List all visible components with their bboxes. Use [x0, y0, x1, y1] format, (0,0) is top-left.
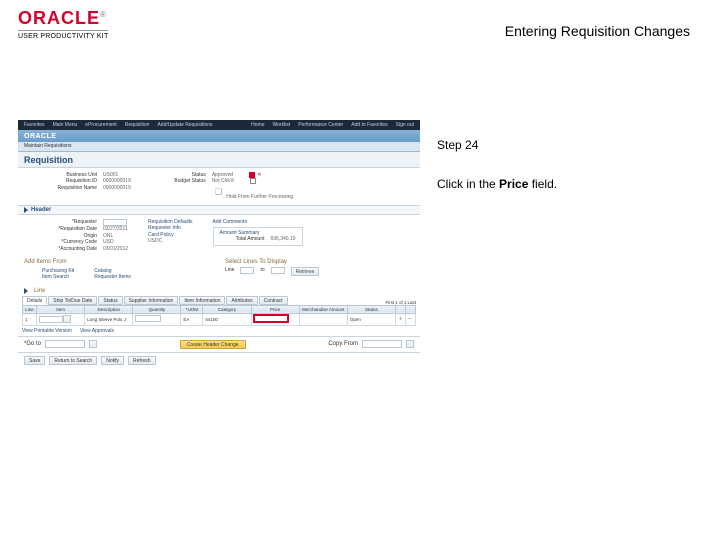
tab-iteminfo[interactable]: Item Information: [179, 296, 225, 305]
add-row-icon[interactable]: ＋: [396, 313, 406, 325]
notify-button[interactable]: Notify: [101, 356, 124, 365]
return-button[interactable]: Return to Search: [49, 356, 97, 365]
tab-details[interactable]: Details: [22, 296, 47, 305]
cancel-icon[interactable]: ✕: [257, 172, 263, 178]
tab-contract[interactable]: Contract: [259, 296, 288, 305]
page-actions: *Go to Create Header Change Copy From: [18, 336, 420, 352]
link-item-search[interactable]: Item Search: [42, 274, 69, 280]
page-title-bar: Requisition: [18, 152, 420, 168]
copyfrom-lookup-icon[interactable]: [406, 340, 414, 348]
step-label: Step 24: [437, 136, 690, 155]
page-title: Requisition: [24, 155, 73, 165]
grid-last[interactable]: Last: [407, 300, 416, 305]
refresh-button[interactable]: Refresh: [128, 356, 156, 365]
oracle-logo: ORACLE®: [18, 8, 108, 29]
select-lines: Select Lines To Display: [225, 259, 420, 265]
grid-count: 1 of 1: [395, 300, 406, 305]
menu-main[interactable]: Main Menu: [53, 122, 78, 128]
hold-checkbox[interactable]: [215, 188, 222, 195]
line-from-input[interactable]: [240, 267, 254, 274]
link-view-printable[interactable]: View Printable Version: [22, 328, 72, 334]
link-req-defaults[interactable]: Requisition Defaults: [148, 219, 192, 225]
global-menubar: Favorites Main Menu eProcurement Requisi…: [18, 120, 420, 130]
link-worklist[interactable]: Worklist: [273, 122, 291, 128]
quantity-input[interactable]: [135, 315, 161, 322]
line-to-input[interactable]: [271, 267, 285, 274]
goto-lookup-icon[interactable]: [89, 340, 97, 348]
item-input[interactable]: [39, 316, 63, 323]
retrieve-button[interactable]: Retrieve: [291, 267, 320, 276]
tab-supplier[interactable]: Supplier Information: [124, 296, 179, 305]
link-requester-items[interactable]: Requester Items: [94, 274, 131, 280]
requester-input[interactable]: [103, 219, 127, 226]
logo-text: ORACLE: [18, 8, 100, 28]
link-signout[interactable]: Sign out: [396, 122, 414, 128]
link-add-comments[interactable]: Add Comments: [213, 219, 247, 225]
link-req-info[interactable]: Requester Info: [148, 225, 181, 231]
link-catalog[interactable]: Catalog: [94, 268, 111, 274]
goto-select[interactable]: [45, 340, 85, 348]
tab-status[interactable]: Status: [98, 296, 122, 305]
app-screenshot: Favorites Main Menu eProcurement Requisi…: [18, 120, 420, 400]
link-addfav[interactable]: Add to Favorites: [351, 122, 387, 128]
menu-favorites[interactable]: Favorites: [24, 122, 45, 128]
status-flag-icon[interactable]: [249, 172, 255, 178]
link-perf[interactable]: Performance Center: [298, 122, 343, 128]
breadcrumb: Maintain Requisitions: [18, 142, 420, 152]
header-section-toggle[interactable]: Header: [18, 205, 420, 215]
link-card-policy[interactable]: Card Policy: [148, 232, 174, 238]
chevron-right-icon: [24, 207, 28, 213]
save-button[interactable]: Save: [24, 356, 45, 365]
delete-row-icon[interactable]: －: [406, 313, 416, 325]
amount-summary-box: Amount Summary Total Amount695,340.10: [213, 227, 303, 246]
price-input[interactable]: [254, 315, 288, 322]
app-header-bar: ORACLE: [18, 130, 420, 142]
step-text: Click in the Price field.: [437, 175, 690, 194]
chevron-right-icon: [24, 288, 28, 294]
lesson-title: Entering Requisition Changes: [505, 23, 690, 39]
menu-addupdate[interactable]: Add/Update Requisitions: [157, 122, 212, 128]
instruction-panel: Step 24 Click in the Price field.: [437, 136, 690, 214]
table-row: 1 Long Sleeve Polo J EA 54100 Open ＋ －: [23, 313, 416, 325]
menu-requisition[interactable]: Requisition: [125, 122, 150, 128]
link-home[interactable]: Home: [251, 122, 264, 128]
tab-attributes[interactable]: Attributes: [226, 296, 257, 305]
lookup-icon[interactable]: [63, 315, 71, 323]
requisition-lines-grid: Line Item Description Quantity *UOM Cate…: [22, 305, 416, 326]
header-summary: Business UnitUS001 Requisition ID0000000…: [18, 168, 420, 203]
link-purchasing-kit[interactable]: Purchasing Kit: [42, 268, 74, 274]
add-items-from: Add Items From: [24, 259, 219, 265]
budget-check-icon[interactable]: [250, 178, 256, 184]
grid-first[interactable]: First: [385, 300, 394, 305]
create-header-change-button[interactable]: Create Header Change: [180, 340, 246, 349]
menu-eprocurement[interactable]: eProcurement: [85, 122, 116, 128]
oracle-small-logo: ORACLE: [24, 133, 57, 140]
brand-subtitle: USER PRODUCTIVITY KIT: [18, 30, 108, 40]
tab-shipto[interactable]: Ship To/Due Date: [48, 296, 97, 305]
link-view-approvals[interactable]: View Approvals: [80, 328, 114, 334]
line-section: Line: [24, 288, 420, 294]
copyfrom-select[interactable]: [362, 340, 402, 348]
